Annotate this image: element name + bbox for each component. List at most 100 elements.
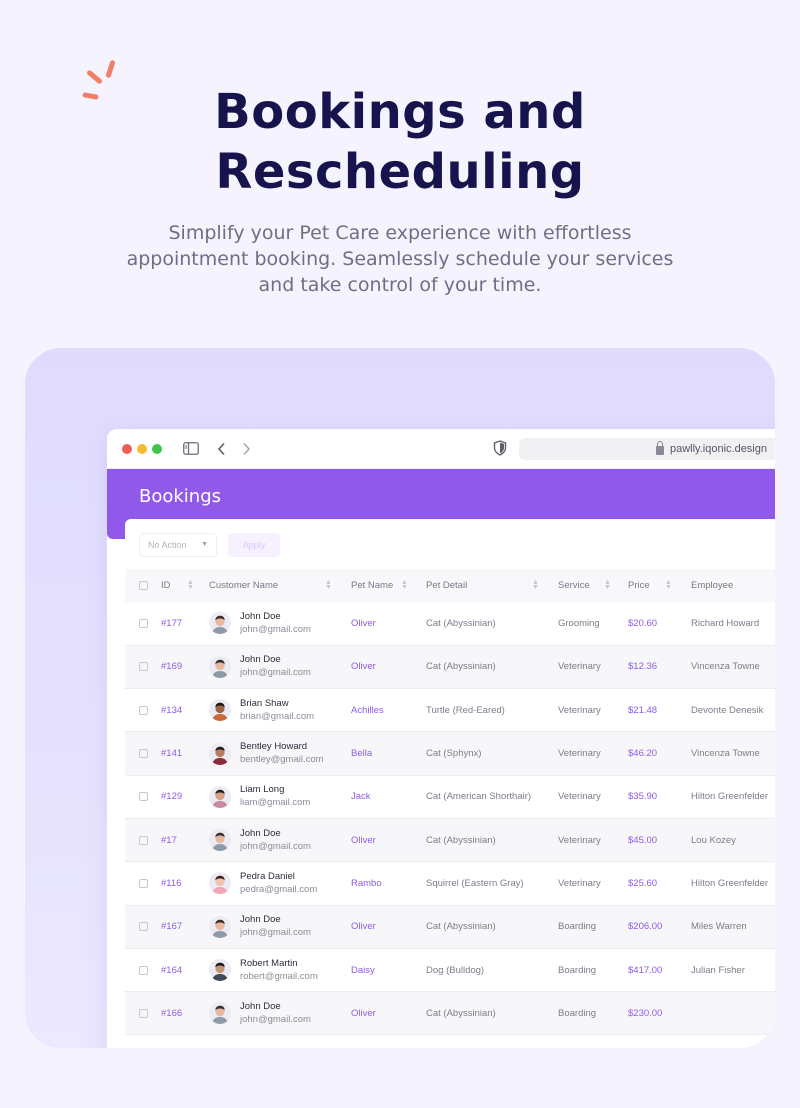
avatar	[209, 1002, 231, 1025]
pet-name[interactable]: Achilles	[351, 688, 426, 733]
column-header-label: Pet Detail	[426, 580, 468, 591]
employee-name: Lou Kozey	[691, 818, 775, 863]
pet-detail: Cat (Abyssinian)	[426, 818, 558, 863]
pet-name[interactable]: Oliver	[351, 645, 426, 690]
pet-detail: Cat (Abyssinian)	[426, 991, 558, 1036]
table-row[interactable]: #134 Brian Shaw brian@gmail.com Achilles…	[125, 688, 775, 733]
booking-id[interactable]: #134	[161, 688, 209, 733]
bulk-action-select[interactable]: No Action ▼	[139, 533, 217, 557]
sort-icon: ▲ ▼	[604, 579, 611, 591]
table-row[interactable]: #169 John Doe john@gmail.com Oliver Cat …	[125, 645, 775, 690]
employee-name: Richard Howard	[691, 602, 775, 646]
hero-subtitle-line-1: Simplify your Pet Care experience with e…	[168, 222, 632, 244]
customer-email: john@gmail.com	[240, 623, 311, 635]
booking-id[interactable]: #177	[161, 602, 209, 646]
row-select-cell	[125, 645, 161, 690]
pet-name[interactable]: Oliver	[351, 602, 426, 646]
column-header-price[interactable]: Price ▲ ▼	[628, 569, 691, 602]
column-header-pet-detail[interactable]: Pet Detail ▲ ▼	[426, 569, 558, 602]
service-name: Grooming	[558, 602, 628, 646]
apply-button[interactable]: Apply	[228, 533, 280, 557]
column-header-label: Employee	[691, 580, 734, 591]
row-checkbox[interactable]	[139, 705, 148, 715]
forward-arrow-icon[interactable]	[241, 442, 251, 456]
table-row[interactable]: #167 John Doe john@gmail.com Oliver Cat …	[125, 905, 775, 949]
booking-id[interactable]: #169	[161, 645, 209, 690]
bulk-actions-bar: No Action ▼ Apply	[125, 519, 775, 569]
employee-name: Hilton Greenfelder	[691, 861, 775, 906]
table-row[interactable]: #141 Bentley Howard bentley@gmail.com Be…	[125, 731, 775, 776]
booking-id[interactable]: #17	[161, 818, 209, 863]
booking-id[interactable]: #166	[161, 991, 209, 1036]
row-checkbox[interactable]	[139, 922, 148, 932]
avatar	[209, 742, 231, 765]
table-row[interactable]: #166 John Doe john@gmail.com Oliver Cat …	[125, 991, 775, 1036]
avatar	[209, 959, 231, 982]
pet-name[interactable]: Rambo	[351, 861, 426, 906]
pet-name[interactable]: Jack	[351, 775, 426, 819]
row-select-cell	[125, 775, 161, 819]
hero-title-line-1: Bookings and	[214, 84, 586, 140]
booking-id[interactable]: #167	[161, 905, 209, 949]
back-arrow-icon[interactable]	[217, 442, 227, 456]
select-all-cell	[125, 569, 161, 602]
table-row[interactable]: #129 Liam Long liam@gmail.com Jack Cat (…	[125, 775, 775, 819]
table-row[interactable]: #164 Robert Martin robert@gmail.com Dais…	[125, 948, 775, 993]
privacy-shield-icon[interactable]	[493, 440, 507, 456]
pet-detail: Cat (American Shorthair)	[426, 775, 558, 819]
price: $12.36	[628, 645, 691, 690]
screenshot-panel: pawlly.iqonic.design Bookings No Action …	[25, 348, 775, 1048]
column-header-pet-name[interactable]: Pet Name ▲ ▼	[351, 569, 426, 602]
booking-id[interactable]: #141	[161, 731, 209, 776]
row-select-cell	[125, 948, 161, 993]
row-checkbox[interactable]	[139, 1008, 148, 1018]
close-window-button[interactable]	[122, 443, 132, 454]
table-row[interactable]: #116 Pedra Daniel pedra@gmail.com Rambo …	[125, 861, 775, 906]
row-checkbox[interactable]	[139, 662, 148, 672]
pet-name[interactable]: Daisy	[351, 948, 426, 993]
pet-name[interactable]: Bella	[351, 731, 426, 776]
sort-icon: ▲ ▼	[401, 579, 408, 591]
pet-detail: Cat (Abyssinian)	[426, 602, 558, 646]
minimize-window-button[interactable]	[137, 443, 147, 454]
price: $25.60	[628, 861, 691, 906]
address-bar[interactable]: pawlly.iqonic.design	[519, 438, 775, 460]
row-checkbox[interactable]	[139, 749, 148, 759]
customer-cell: John Doe john@gmail.com	[209, 645, 351, 690]
pet-detail: Squirrel (Eastern Gray)	[426, 861, 558, 906]
maximize-window-button[interactable]	[152, 443, 162, 454]
customer-cell: Bentley Howard bentley@gmail.com	[209, 731, 351, 776]
avatar	[209, 829, 231, 852]
table-header-row: ID ▲ ▼ Customer Name ▲ ▼ Pet Name ▲ ▼ Pet Deta…	[125, 569, 775, 602]
customer-name: Robert Martin	[240, 957, 298, 969]
select-all-checkbox[interactable]	[139, 581, 148, 590]
column-header-employee[interactable]: Employee	[691, 569, 775, 602]
column-header-service[interactable]: Service ▲ ▼	[558, 569, 628, 602]
row-checkbox[interactable]	[139, 835, 148, 845]
booking-id[interactable]: #164	[161, 948, 209, 993]
pet-name[interactable]: Oliver	[351, 905, 426, 949]
customer-email: john@gmail.com	[240, 927, 311, 939]
pet-name[interactable]: Oliver	[351, 818, 426, 863]
sort-icon: ▲ ▼	[665, 579, 672, 591]
pet-name[interactable]: Oliver	[351, 991, 426, 1036]
row-checkbox[interactable]	[139, 878, 148, 888]
table-row[interactable]: #17 John Doe john@gmail.com Oliver Cat (…	[125, 818, 775, 863]
sidebar-toggle-icon[interactable]	[183, 442, 199, 455]
column-header-id[interactable]: ID ▲ ▼	[161, 569, 209, 602]
booking-id[interactable]: #116	[161, 861, 209, 906]
service-name: Veterinary	[558, 818, 628, 863]
table-row[interactable]: #177 John Doe john@gmail.com Oliver Cat …	[125, 602, 775, 646]
row-checkbox[interactable]	[139, 965, 148, 975]
column-header-customer[interactable]: Customer Name ▲ ▼	[209, 569, 351, 602]
column-header-label: Pet Name	[351, 580, 394, 591]
service-name: Veterinary	[558, 645, 628, 690]
row-checkbox[interactable]	[139, 792, 148, 802]
row-checkbox[interactable]	[139, 618, 148, 628]
price: $35.90	[628, 775, 691, 819]
service-name: Veterinary	[558, 775, 628, 819]
customer-email: john@gmail.com	[240, 840, 311, 852]
booking-id[interactable]: #129	[161, 775, 209, 819]
sort-icon: ▲ ▼	[187, 579, 194, 591]
hero-subtitle-line-3: and take control of your time.	[258, 274, 542, 296]
